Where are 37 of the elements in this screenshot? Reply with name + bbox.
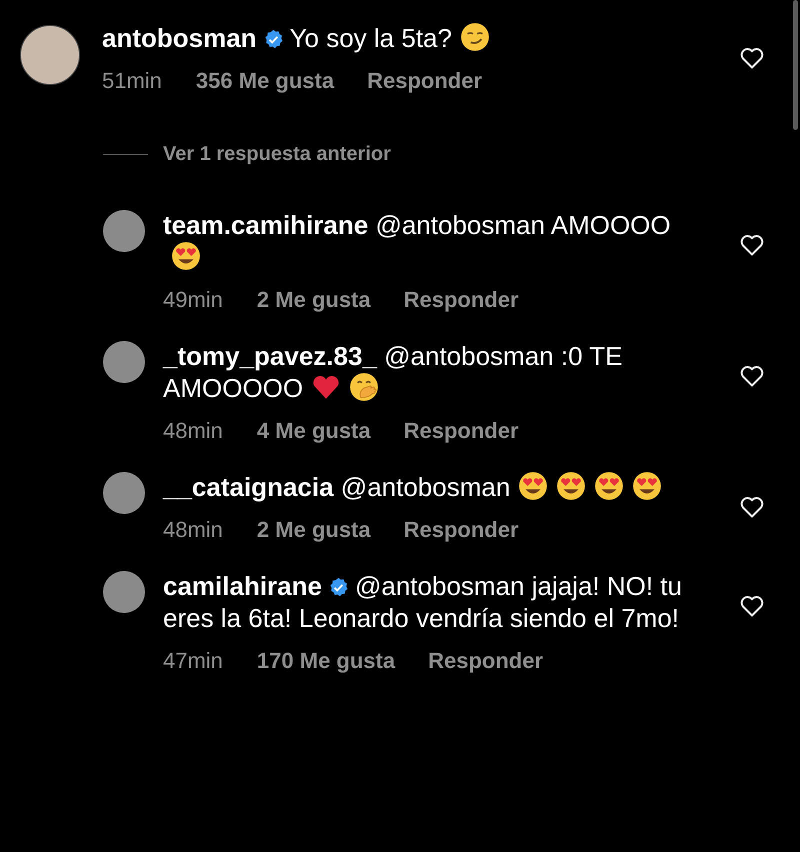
view-replies-link[interactable]: Ver 1 respuesta anterior (163, 139, 391, 169)
likes-count-link[interactable]: 356 Me gusta (196, 64, 334, 96)
likes-count-link[interactable]: 2 Me gusta (256, 282, 371, 316)
comment-time: 51min (102, 66, 162, 94)
comment-time: 49min (163, 286, 223, 314)
reply-link[interactable]: Responder (428, 644, 544, 676)
like-heart-icon[interactable] (739, 594, 765, 618)
comment-time: 48min (163, 416, 223, 444)
heart-eyes-emoji-icon (518, 471, 548, 501)
reply-link[interactable]: Responder (404, 414, 519, 446)
like-heart-icon[interactable] (739, 495, 765, 519)
avatar (103, 210, 145, 252)
comment-time: 47min (163, 646, 223, 674)
reply-link[interactable]: Responder (404, 512, 519, 546)
comment-text: camilahirane @antobosman jajaja! NO! tu eres la 6ta! Leonardo vendría siendo el 7mo! (163, 570, 683, 634)
heart-eyes-emoji-icon (632, 471, 662, 501)
comment-text: antobosman Yo soy la 5ta? (102, 22, 642, 54)
hand-over-mouth-emoji-icon (349, 372, 380, 402)
comment-time: 48min (163, 516, 223, 544)
avatar (103, 472, 145, 514)
comment-text: team.camihirane @antobosman AMOOOO (163, 209, 703, 273)
comment-text: __cataignacia @antobosman (163, 471, 703, 503)
avatar (103, 341, 145, 383)
heart-eyes-emoji-icon (594, 471, 624, 501)
avatar (103, 571, 145, 613)
comment-text: _tomy_pavez.83_ @antobosman :0 TE AMOOOOO (163, 340, 624, 404)
like-heart-icon[interactable] (739, 46, 765, 70)
like-heart-icon[interactable] (739, 233, 765, 257)
reply-link[interactable]: Responder (404, 282, 519, 316)
likes-count-link[interactable]: 2 Me gusta (256, 512, 371, 546)
likes-count-link[interactable]: 4 Me gusta (256, 414, 371, 446)
reply-link[interactable]: Responder (367, 64, 482, 96)
smirking-face-emoji-icon (460, 22, 490, 52)
likes-count-link[interactable]: 170 Me gusta (256, 644, 396, 676)
like-heart-icon[interactable] (739, 364, 765, 388)
heart-eyes-emoji-icon (556, 471, 586, 501)
heart-eyes-emoji-icon (171, 241, 201, 271)
